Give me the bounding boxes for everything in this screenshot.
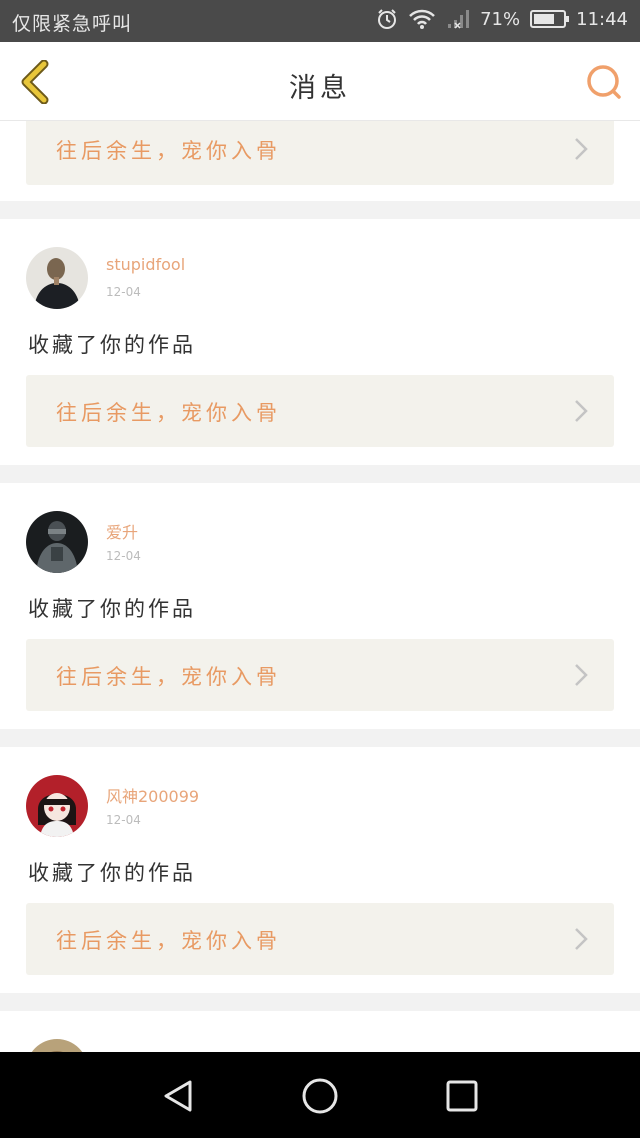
status-icons: 71% 11:44 xyxy=(376,8,628,30)
work-link[interactable]: 往后余生，宠你入骨 xyxy=(26,121,614,185)
message-card: 爱升 12-04 收藏了你的作品 往后余生，宠你入骨 xyxy=(0,483,640,729)
avatar[interactable] xyxy=(26,247,88,309)
avatar-image xyxy=(26,1039,88,1052)
avatar[interactable] xyxy=(26,775,88,837)
username[interactable]: stupidfool xyxy=(106,255,185,274)
search-icon xyxy=(587,65,621,99)
system-nav-bar xyxy=(0,1052,640,1138)
search-button[interactable] xyxy=(584,62,624,102)
message-card xyxy=(0,1011,640,1052)
message-card: 风神200099 12-04 收藏了你的作品 往后余生，宠你入骨 xyxy=(0,747,640,993)
chevron-right-icon xyxy=(575,928,588,950)
alarm-icon xyxy=(378,9,397,29)
carrier-text: 仅限紧急呼叫 xyxy=(12,13,133,35)
username[interactable]: 风神200099 xyxy=(106,783,199,807)
message-date: 12-04 xyxy=(106,285,141,299)
work-title: 往后余生，宠你入骨 xyxy=(56,665,281,689)
battery-level xyxy=(534,14,554,24)
avatar[interactable] xyxy=(26,511,88,573)
work-title: 往后余生，宠你入骨 xyxy=(56,401,281,425)
chevron-right-icon xyxy=(575,400,588,422)
work-title: 往后余生，宠你入骨 xyxy=(56,929,281,953)
avatar[interactable] xyxy=(26,1039,88,1052)
clock: 11:44 xyxy=(576,8,628,30)
message-list[interactable]: 往后余生，宠你入骨 stupidfool 12-04 收藏了你的作品 往后余生，… xyxy=(0,121,640,1052)
avatar-image xyxy=(26,247,88,309)
message-card: stupidfool 12-04 收藏了你的作品 往后余生，宠你入骨 xyxy=(0,219,640,465)
message-date: 12-04 xyxy=(106,813,141,827)
signal-icon xyxy=(448,10,470,29)
action-text: 收藏了你的作品 xyxy=(28,597,196,621)
message-date: 12-04 xyxy=(106,549,141,563)
avatar-image xyxy=(26,511,88,573)
action-text: 收藏了你的作品 xyxy=(28,333,196,357)
divider xyxy=(0,993,640,1011)
message-card: 往后余生，宠你入骨 xyxy=(0,121,640,201)
divider xyxy=(0,201,640,219)
recents-square-icon[interactable] xyxy=(442,1076,482,1116)
battery-icon xyxy=(530,10,570,28)
chevron-right-icon xyxy=(575,138,588,160)
home-circle-icon[interactable] xyxy=(300,1076,340,1116)
avatar-image xyxy=(26,775,88,837)
username[interactable]: 爱升 xyxy=(106,519,138,543)
work-link[interactable]: 往后余生，宠你入骨 xyxy=(26,375,614,447)
battery-percent: 71% xyxy=(480,8,521,30)
status-bar: 仅限紧急呼叫 71% 11:44 xyxy=(0,0,640,42)
divider xyxy=(0,465,640,483)
chevron-right-icon xyxy=(575,664,588,686)
divider xyxy=(0,729,640,747)
work-link[interactable]: 往后余生，宠你入骨 xyxy=(26,639,614,711)
work-link[interactable]: 往后余生，宠你入骨 xyxy=(26,903,614,975)
back-triangle-icon[interactable] xyxy=(158,1076,198,1116)
page-title: 消息 xyxy=(289,73,351,104)
app-header: 消息 xyxy=(0,42,640,121)
action-text: 收藏了你的作品 xyxy=(28,861,196,885)
wifi-icon xyxy=(409,9,435,29)
work-title: 往后余生，宠你入骨 xyxy=(56,139,281,163)
